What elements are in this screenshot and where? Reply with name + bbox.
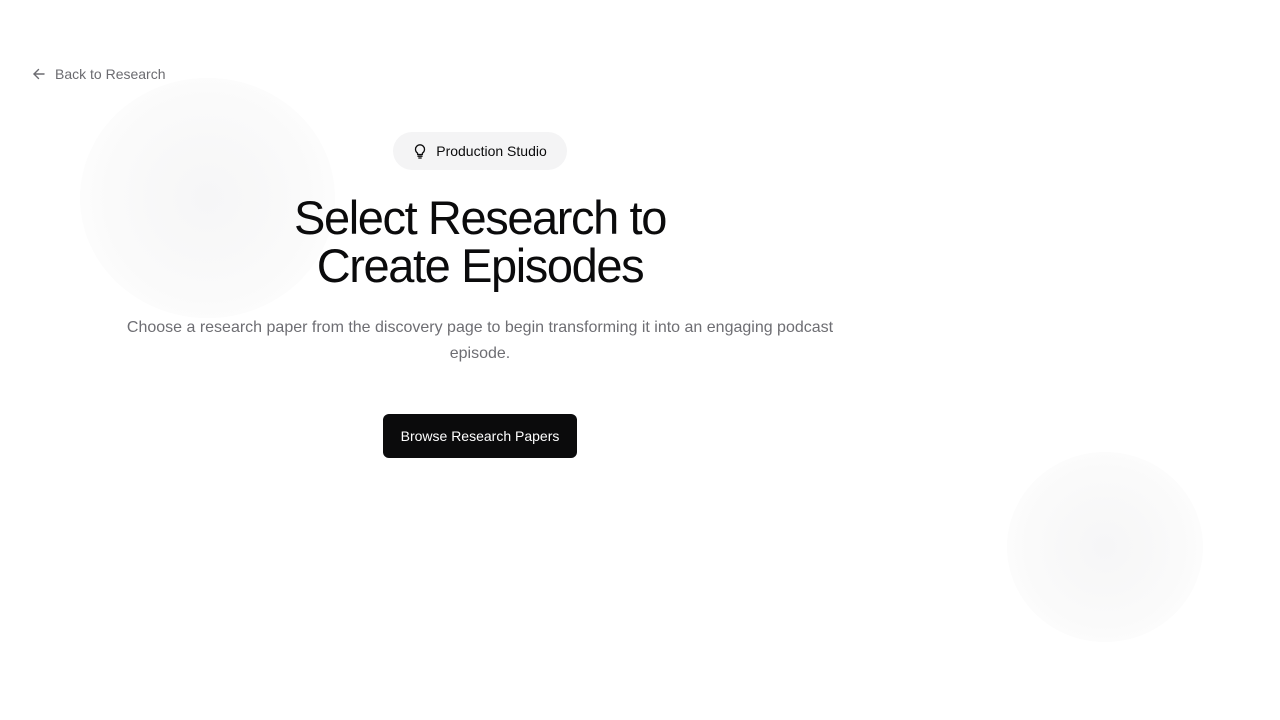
hero-section: Production Studio Select Research to Cre…: [0, 0, 960, 720]
page-title-line-2: Create Episodes: [316, 239, 645, 292]
lightbulb-icon: [413, 143, 427, 159]
production-studio-page: Back to Research Production Studio Selec…: [0, 0, 1280, 720]
page-description: Choose a research paper from the discove…: [126, 319, 834, 362]
page-title: Select Research to Create Episodes: [180, 194, 780, 290]
background-blur-circle-right: [1007, 452, 1203, 642]
badge-label: Production Studio: [436, 143, 547, 159]
production-studio-badge: Production Studio: [393, 132, 567, 170]
browse-research-papers-button[interactable]: Browse Research Papers: [383, 414, 577, 458]
page-title-line-1: Select Research to: [294, 191, 667, 244]
